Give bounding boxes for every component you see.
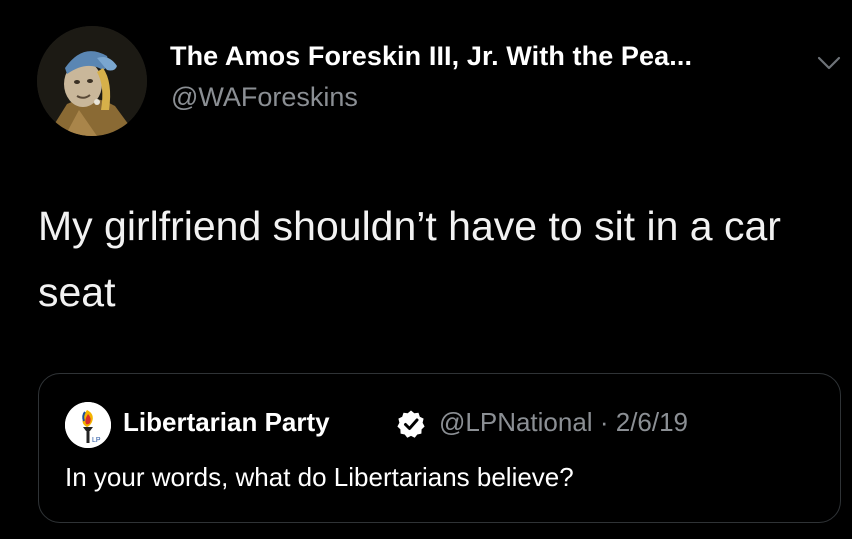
tweet: The Amos Foreskin III, Jr. With the Pea.… (0, 0, 852, 539)
svg-text:LP: LP (92, 437, 101, 444)
author-name[interactable]: The Amos Foreskin III, Jr. With the Pea.… (170, 41, 692, 72)
author-avatar[interactable] (37, 26, 147, 136)
quoted-date[interactable]: 2/6/19 (616, 407, 688, 437)
quoted-tweet-text: In your words, what do Libertarians beli… (65, 462, 574, 492)
quoted-author-name[interactable]: Libertarian Party (123, 407, 330, 438)
avatar-image (37, 26, 147, 136)
torch-logo: LP (65, 402, 111, 448)
quoted-author-avatar[interactable]: LP (65, 402, 111, 448)
quoted-author-handle[interactable]: @LPNational (439, 407, 593, 437)
verified-badge-icon (397, 410, 425, 438)
author-handle[interactable]: @WAForeskins (171, 82, 358, 113)
quoted-tweet-card[interactable]: LP Libertarian Party @LPNational · 2/6/1… (38, 373, 841, 523)
meta-separator: · (599, 407, 609, 437)
chevron-down-icon[interactable] (816, 54, 842, 72)
quoted-meta: @LPNational · 2/6/19 (439, 407, 688, 438)
tweet-text: My girlfriend shouldn’t have to sit in a… (38, 203, 781, 315)
